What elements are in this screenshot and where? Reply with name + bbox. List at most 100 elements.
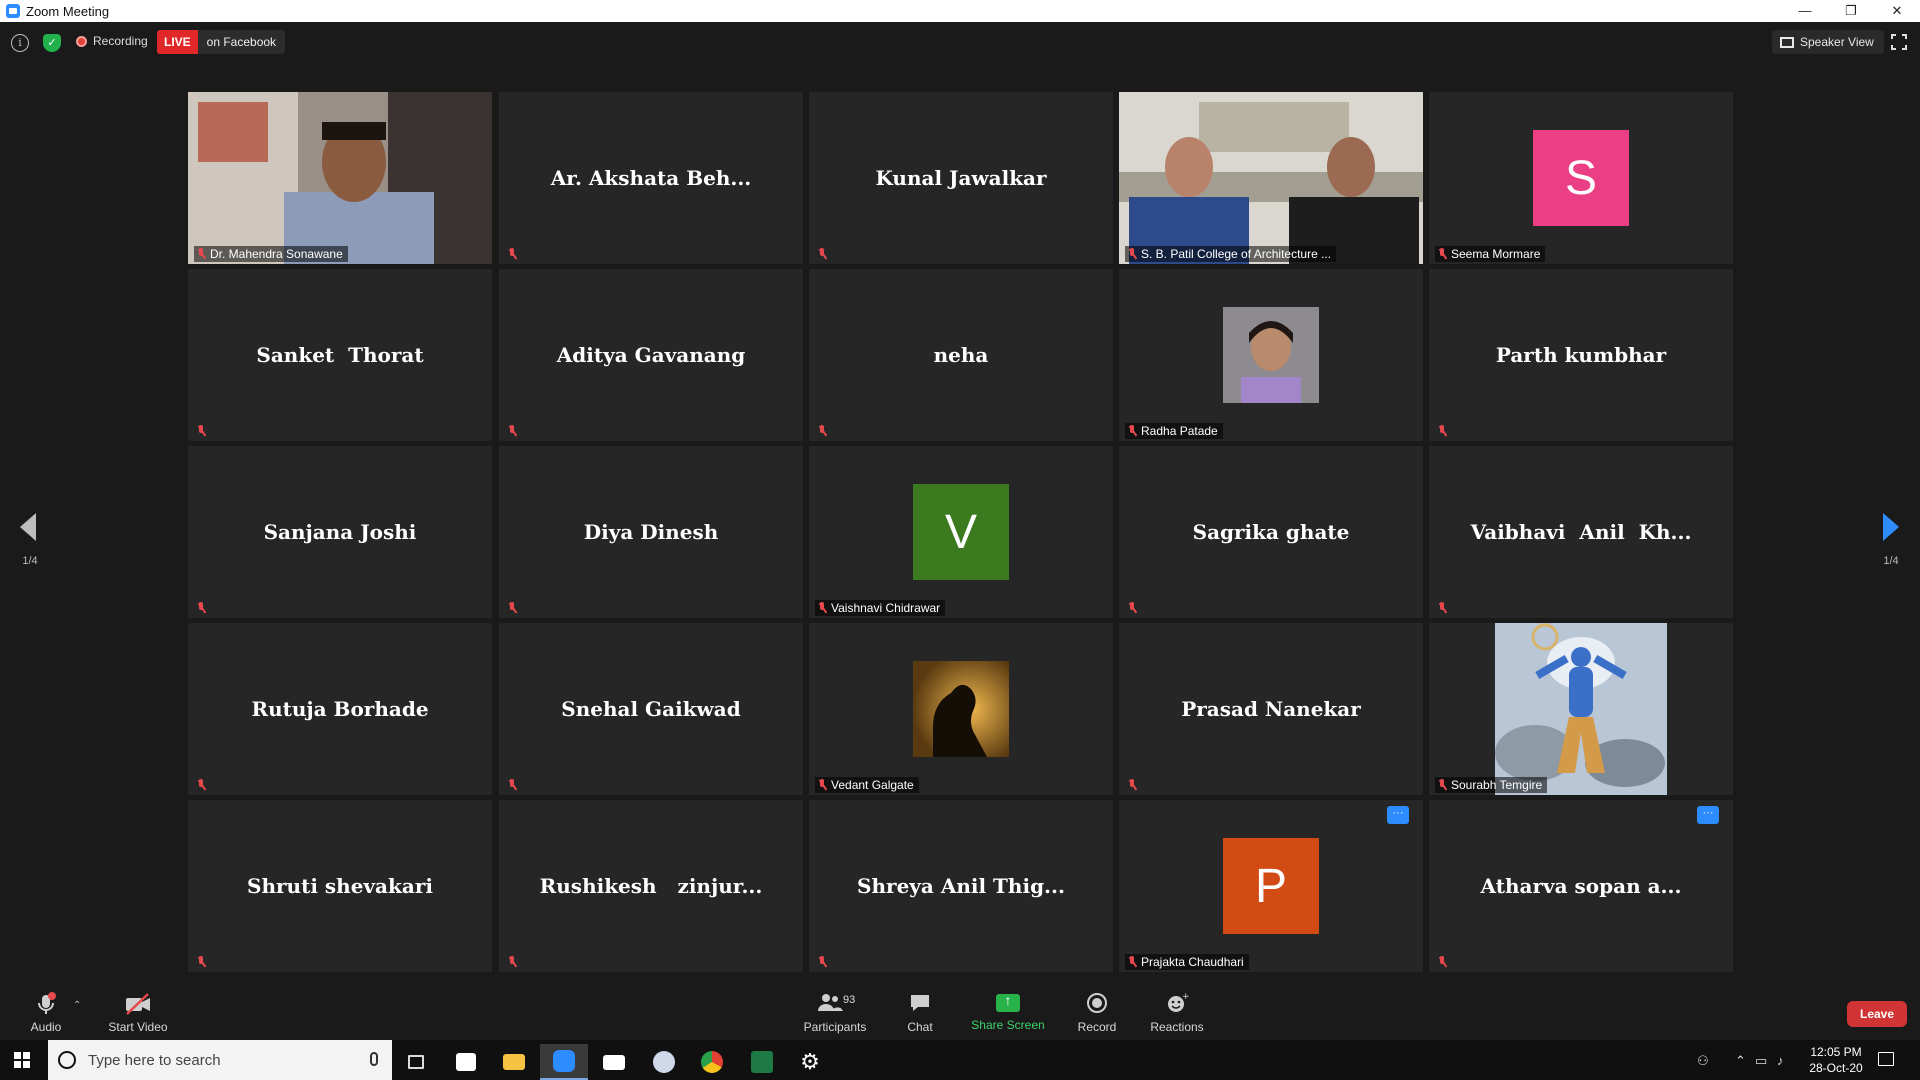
task-view-icon[interactable] xyxy=(392,1044,440,1080)
participant-name-label: Prajakta Chaudhari xyxy=(1125,954,1249,970)
participant-name-label xyxy=(1435,423,1456,439)
settings-gear-icon[interactable]: ⚙ xyxy=(786,1044,834,1080)
muted-mic-icon xyxy=(817,956,827,968)
participant-tile-shreya-anil-thig[interactable]: Shreya Anil Thig... xyxy=(809,800,1113,972)
participant-display-name: Sagrika ghate xyxy=(1192,520,1350,544)
participant-name: Vaishnavi Chidrawar xyxy=(831,601,941,615)
participant-tile-rushikesh-zinjur[interactable]: Rushikesh zinjur... xyxy=(499,800,803,972)
clock-date: 28-Oct-20 xyxy=(1809,1061,1863,1075)
participant-display-name: Vaibhavi Anil Kh... xyxy=(1470,520,1692,544)
live-stream-badge[interactable]: LIVE on Facebook xyxy=(157,30,286,54)
participant-tile-atharva-sopan-a[interactable]: Atharva sopan a... ··· xyxy=(1429,800,1733,972)
participant-tile-seema-mormare[interactable]: S Seema Mormare xyxy=(1429,92,1733,264)
muted-mic-icon xyxy=(1127,248,1137,260)
participants-count: 93 xyxy=(843,994,856,1006)
participant-tile-sanjana-joshi[interactable]: Sanjana Joshi xyxy=(188,446,492,618)
avatar: V xyxy=(913,484,1009,580)
participant-name-label xyxy=(815,246,836,262)
microsoft-store-icon[interactable] xyxy=(442,1044,490,1080)
participant-tile-shruti-shevakari[interactable]: Shruti shevakari xyxy=(188,800,492,972)
muted-mic-icon xyxy=(196,956,206,968)
record-button[interactable]: Record xyxy=(1057,992,1137,1034)
participant-tile-s-b-patil-college-of-architecture[interactable]: S. B. Patil College of Architecture ... xyxy=(1119,92,1423,264)
network-icon[interactable]: ▭ xyxy=(1755,1053,1767,1069)
participant-tile-prasad-nanekar[interactable]: Prasad Nanekar xyxy=(1119,623,1423,795)
leave-meeting-button[interactable]: Leave xyxy=(1847,1001,1907,1027)
reactions-label: Reactions xyxy=(1150,1020,1204,1034)
close-button[interactable]: ✕ xyxy=(1874,0,1920,22)
recording-indicator[interactable]: Recording xyxy=(76,34,148,48)
profile-picture xyxy=(1495,623,1667,795)
participant-tile-ar-akshata-beh[interactable]: Ar. Akshata Beh... xyxy=(499,92,803,264)
participant-tile-parth-kumbhar[interactable]: Parth kumbhar xyxy=(1429,269,1733,441)
chrome-icon[interactable] xyxy=(688,1044,736,1080)
muted-mic-icon xyxy=(507,779,517,791)
participant-display-name: Shreya Anil Thig... xyxy=(857,874,1065,898)
participant-tile-neha[interactable]: neha xyxy=(809,269,1113,441)
participant-tile-sagrika-ghate[interactable]: Sagrika ghate xyxy=(1119,446,1423,618)
participant-tile-kunal-jawalkar[interactable]: Kunal Jawalkar xyxy=(809,92,1113,264)
participant-tile-vaibhavi-anil-kh[interactable]: Vaibhavi Anil Kh... xyxy=(1429,446,1733,618)
muted-mic-icon xyxy=(196,779,206,791)
share-screen-button[interactable]: Share Screen xyxy=(968,992,1048,1032)
profile-photo xyxy=(913,661,1009,757)
participants-button[interactable]: 93 Participants xyxy=(795,992,875,1034)
window-titlebar: Zoom Meeting — ❐ ✕ xyxy=(0,0,1920,22)
participant-tile-vedant-galgate[interactable]: Vedant Galgate xyxy=(809,623,1113,795)
restore-button[interactable]: ❐ xyxy=(1828,0,1874,22)
recording-label: Recording xyxy=(93,34,148,48)
previous-page-arrow-icon[interactable] xyxy=(20,513,36,541)
participant-tile-radha-patade[interactable]: Radha Patade xyxy=(1119,269,1423,441)
minimize-button[interactable]: — xyxy=(1782,0,1828,22)
participant-tile-vaishnavi-chidrawar[interactable]: V Vaishnavi Chidrawar xyxy=(809,446,1113,618)
muted-mic-icon xyxy=(507,602,517,614)
encryption-shield-icon[interactable]: ✓ xyxy=(43,34,61,52)
paint-icon[interactable] xyxy=(640,1044,688,1080)
window-controls: — ❐ ✕ xyxy=(1782,0,1920,22)
participant-tile-aditya-gavanang[interactable]: Aditya Gavanang xyxy=(499,269,803,441)
audio-button[interactable]: Audio xyxy=(6,992,86,1034)
muted-mic-icon xyxy=(1127,779,1137,791)
taskbar-search-box[interactable]: Type here to search xyxy=(48,1040,392,1080)
participant-tile-sourabh-temgire[interactable]: Sourabh Temgire xyxy=(1429,623,1733,795)
participant-display-name: Diya Dinesh xyxy=(583,520,719,544)
excel-icon[interactable] xyxy=(738,1044,786,1080)
participant-tile-sanket-thorat[interactable]: Sanket Thorat xyxy=(188,269,492,441)
speaker-view-button[interactable]: Speaker View xyxy=(1772,30,1884,54)
start-video-button[interactable]: Start Video xyxy=(98,992,178,1034)
more-options-icon[interactable]: ··· xyxy=(1387,806,1409,824)
zoom-taskbar-icon[interactable] xyxy=(540,1044,588,1080)
chat-button[interactable]: Chat xyxy=(880,992,960,1034)
participant-tile-prajakta-chaudhari[interactable]: P ··· Prajakta Chaudhari xyxy=(1119,800,1423,972)
more-options-icon[interactable]: ··· xyxy=(1697,806,1719,824)
participant-name-label: Vedant Galgate xyxy=(815,777,919,793)
participant-tile-snehal-gaikwad[interactable]: Snehal Gaikwad xyxy=(499,623,803,795)
taskbar-clock[interactable]: 12:05 PM 28-Oct-20 xyxy=(1806,1044,1866,1076)
muted-mic-icon xyxy=(1437,425,1447,437)
volume-icon[interactable]: ♪ xyxy=(1777,1053,1784,1068)
show-hidden-icons-chevron-icon[interactable]: ⌃ xyxy=(1735,1053,1746,1069)
reactions-button[interactable]: + Reactions xyxy=(1137,992,1217,1034)
file-explorer-icon[interactable] xyxy=(490,1044,538,1080)
participant-name-label xyxy=(1125,777,1146,793)
participant-name-label: Radha Patade xyxy=(1125,423,1223,439)
participant-display-name: Aditya Gavanang xyxy=(556,343,746,367)
people-icon[interactable]: ⚇ xyxy=(1697,1053,1709,1069)
live-label: LIVE xyxy=(157,30,198,54)
action-center-icon[interactable] xyxy=(1878,1052,1894,1066)
participant-tile-diya-dinesh[interactable]: Diya Dinesh xyxy=(499,446,803,618)
participant-tile-rutuja-borhade[interactable]: Rutuja Borhade xyxy=(188,623,492,795)
mail-icon[interactable] xyxy=(590,1044,638,1080)
audio-options-caret-icon[interactable]: ⌃ xyxy=(73,1000,81,1011)
participants-label: Participants xyxy=(803,1020,867,1034)
svg-text:+: + xyxy=(1182,992,1189,1002)
windows-start-icon[interactable] xyxy=(14,1052,31,1068)
next-page-arrow-icon[interactable] xyxy=(1883,513,1899,541)
voice-search-mic-icon[interactable] xyxy=(370,1052,378,1066)
chat-label: Chat xyxy=(907,1020,933,1034)
participant-tile-dr-mahendra-sonawane[interactable]: Dr. Mahendra Sonawane xyxy=(188,92,492,264)
participant-display-name: Ar. Akshata Beh... xyxy=(550,166,752,190)
fullscreen-icon[interactable] xyxy=(1890,33,1908,51)
meeting-info-icon[interactable]: i xyxy=(11,34,29,52)
reactions-icon: + xyxy=(1137,992,1217,1014)
